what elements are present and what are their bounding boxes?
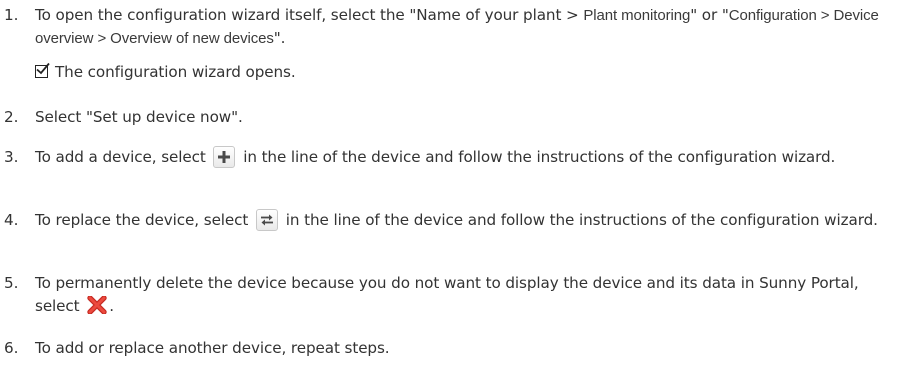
- step-text-part: To open the configuration wizard itself,…: [35, 6, 584, 24]
- step-4: 4. To replace the device, select in the …: [0, 209, 890, 232]
- step-text: To replace the device, select in the lin…: [35, 209, 890, 232]
- instruction-list: 1. To open the configuration wizard itse…: [0, 0, 900, 372]
- step-2: 2. Select "Set up device now".: [0, 106, 890, 129]
- step-text-part: To add a device, select: [35, 148, 206, 166]
- step-6: 6. To add or replace another device, rep…: [0, 337, 890, 360]
- step-1-result: The configuration wizard opens.: [35, 61, 296, 84]
- step-1: 1. To open the configuration wizard itse…: [0, 4, 890, 50]
- step-3: 3. To add a device, select in the line o…: [0, 146, 890, 169]
- step-text-part: " or ": [690, 6, 729, 24]
- step-number: 3.: [4, 148, 19, 166]
- replace-arrows-icon: [256, 209, 279, 231]
- checkbox-checked-icon: [35, 62, 50, 78]
- step-text-part: To permanently delete the device because…: [35, 274, 859, 315]
- step-number: 1.: [4, 6, 19, 24]
- step-number: 5.: [4, 274, 19, 292]
- step-text-part: ".: [273, 29, 286, 47]
- step-text: To add or replace another device, repeat…: [35, 339, 390, 357]
- step-text-part: in the line of the device and follow the…: [285, 211, 878, 229]
- menu-path: Plant monitoring: [583, 7, 691, 24]
- delete-x-icon: [87, 296, 107, 314]
- step-5: 5. To permanently delete the device beca…: [0, 272, 890, 318]
- step-text: Select "Set up device now".: [35, 108, 243, 126]
- step-text-part: .: [109, 297, 114, 315]
- step-number: 4.: [4, 211, 19, 229]
- plus-icon: [213, 146, 236, 168]
- step-text: To add a device, select in the line of t…: [35, 146, 890, 169]
- step-number: 6.: [4, 339, 19, 357]
- step-number: 2.: [4, 108, 19, 126]
- result-text: The configuration wizard opens.: [55, 63, 296, 81]
- step-text-part: To replace the device, select: [35, 211, 249, 229]
- step-text-part: in the line of the device and follow the…: [243, 148, 836, 166]
- step-text: To open the configuration wizard itself,…: [35, 4, 890, 50]
- step-text: To permanently delete the device because…: [35, 272, 890, 318]
